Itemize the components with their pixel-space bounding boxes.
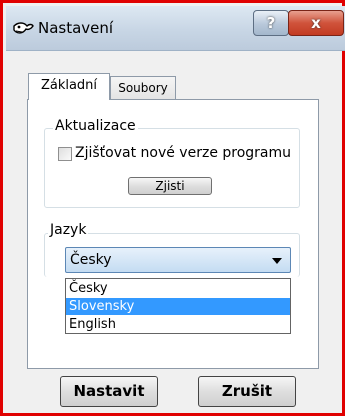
language-dropdown-list: Česky Slovensky English [65,278,291,334]
language-option-english[interactable]: English [66,316,290,333]
app-logo-icon [13,22,34,34]
apply-button[interactable]: Nastavit [60,376,158,407]
language-select-value: Česky [70,252,112,268]
chevron-down-icon[interactable] [272,258,282,264]
help-button[interactable]: ? [253,10,289,36]
language-option-cesky[interactable]: Česky [66,280,290,297]
update-group-legend: Aktualizace [53,118,138,134]
language-option-slovensky[interactable]: Slovensky [66,298,290,315]
check-now-button[interactable]: Zjisti [128,177,212,195]
tab-zakladni[interactable]: Základní [28,73,110,100]
close-button[interactable]: x [288,10,344,36]
window-title: Nastavení [38,19,114,37]
title-bar[interactable]: Nastavení ? x [6,6,345,51]
cancel-button[interactable]: Zrušit [198,376,296,407]
check-updates-checkbox[interactable] [58,147,72,161]
language-group-legend: Jazyk [48,222,89,238]
tab-soubory[interactable]: Soubory [110,76,176,100]
update-group [44,128,300,208]
language-select[interactable]: Česky [65,247,291,273]
check-updates-label[interactable]: Zjišťovat nové verze programu [75,145,291,161]
